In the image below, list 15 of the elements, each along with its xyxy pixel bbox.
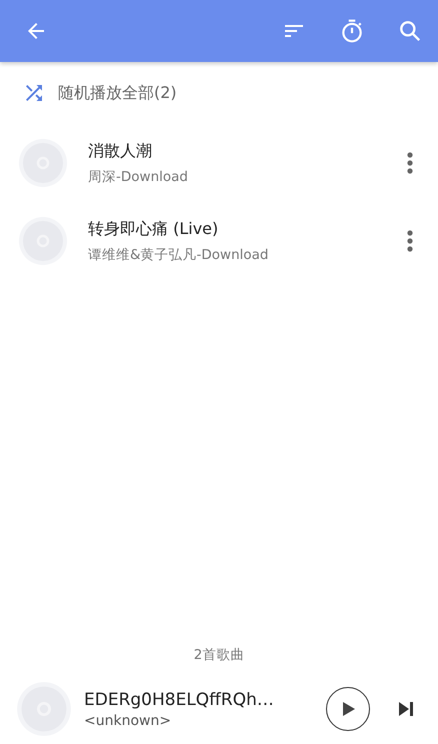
song-artist: 周深-Download (88, 168, 189, 186)
song-artist: 谭维维&黄子弘凡-Download (88, 246, 270, 264)
song-count: 2首歌曲 (192, 646, 246, 665)
song-row[interactable]: 消散人潮 周深-Download (0, 124, 438, 202)
search-icon (397, 18, 423, 44)
more-icon (407, 229, 413, 253)
shuffle-all-button[interactable]: 随机播放全部(2) (0, 62, 438, 124)
more-icon (407, 151, 413, 175)
skip-next-icon (396, 699, 416, 719)
track-title: EDERg0H8ELQffRQh… (84, 690, 275, 710)
song-row[interactable]: 转身即心痛 (Live) 谭维维&黄子弘凡-Download (0, 202, 438, 280)
song-title: 消散人潮 (88, 140, 153, 162)
track-artist: <unknown> (84, 712, 172, 728)
play-button[interactable] (326, 687, 370, 731)
song-title: 转身即心痛 (Live) (88, 218, 220, 240)
